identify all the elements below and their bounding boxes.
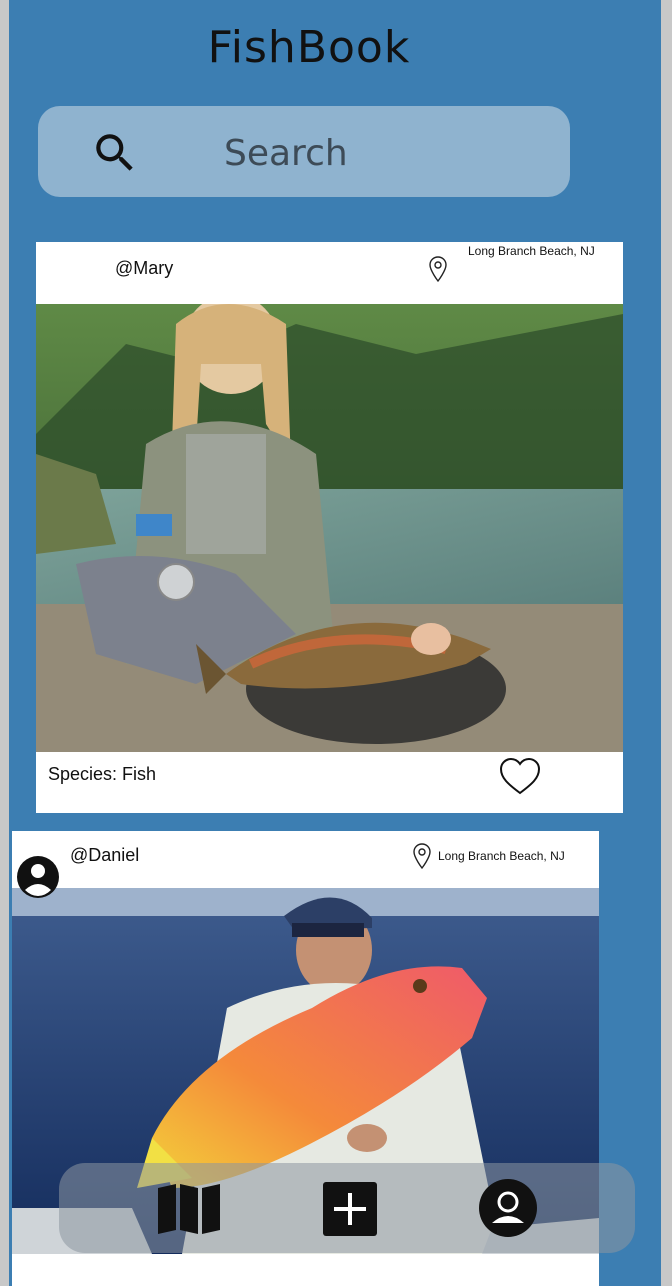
account-circle-icon[interactable] (12, 856, 60, 900)
post-species: Species: Fish (48, 764, 157, 784)
post-location[interactable]: Long Branch Beach, NJ (438, 849, 565, 863)
search-input[interactable] (222, 124, 526, 182)
map-pin-icon (429, 256, 447, 283)
post-username[interactable]: @Daniel (70, 845, 139, 866)
search-icon[interactable] (90, 128, 140, 178)
map-pin-icon (413, 843, 431, 870)
app-screen: FishBook @Mary Long Branch Beach, NJ (9, 0, 661, 1286)
search-bar[interactable] (38, 106, 570, 197)
post-card: @Mary Long Branch Beach, NJ Species: Fis… (36, 242, 623, 813)
map-icon[interactable] (156, 1184, 222, 1234)
add-box-icon[interactable] (323, 1182, 377, 1236)
post-photo[interactable] (36, 304, 623, 752)
heart-icon[interactable] (498, 757, 542, 797)
profile-circle-icon[interactable] (479, 1179, 537, 1237)
post-username[interactable]: @Mary (115, 258, 173, 279)
app-title: FishBook (207, 22, 411, 73)
post-location[interactable]: Long Branch Beach, NJ (468, 244, 595, 258)
bottom-navigation (59, 1163, 635, 1253)
